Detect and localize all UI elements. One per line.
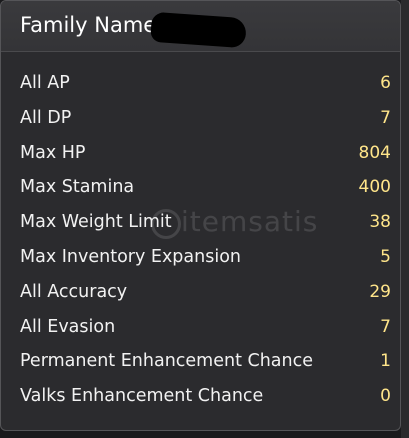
stat-row-max-hp: Max HP 804 xyxy=(1,135,400,170)
stat-label: Permanent Enhancement Chance xyxy=(20,351,314,372)
stat-value: 804 xyxy=(358,142,391,163)
stat-value: 7 xyxy=(380,107,391,128)
stat-row-all-dp: All DP 7 xyxy=(1,100,400,135)
stat-row-all-ap: All AP 6 xyxy=(1,65,400,100)
family-name-title: Family Name xyxy=(20,13,157,37)
stat-value: 38 xyxy=(369,212,391,233)
stat-row-max-inventory-expansion: Max Inventory Expansion 5 xyxy=(1,239,400,274)
stat-value: 5 xyxy=(380,246,391,267)
stat-label: Max Inventory Expansion xyxy=(20,246,242,267)
stats-list: All AP 6 All DP 7 Max HP 804 Max Stamina… xyxy=(1,65,400,413)
background-edge xyxy=(401,0,409,438)
stat-value: 0 xyxy=(380,386,391,407)
stat-row-max-weight-limit: Max Weight Limit 38 xyxy=(1,204,400,239)
stat-label: Max HP xyxy=(20,142,86,163)
tooltip-header: Family Name xyxy=(1,1,400,52)
stat-value: 1 xyxy=(380,351,391,372)
stat-row-permanent-enhancement-chance: Permanent Enhancement Chance 1 xyxy=(1,343,400,378)
stat-value: 400 xyxy=(358,177,391,198)
stat-label: Valks Enhancement Chance xyxy=(20,386,264,407)
family-stats-tooltip: Family Name itemsatis All AP 6 All DP 7 … xyxy=(0,0,401,431)
stat-row-all-evasion: All Evasion 7 xyxy=(1,309,400,344)
stat-label: All DP xyxy=(20,107,72,128)
stat-label: All Accuracy xyxy=(20,281,128,302)
stat-value: 29 xyxy=(369,281,391,302)
stat-label: All Evasion xyxy=(20,316,116,337)
stat-row-all-accuracy: All Accuracy 29 xyxy=(1,274,400,309)
stat-value: 6 xyxy=(380,73,391,93)
stat-label: Max Stamina xyxy=(20,177,135,198)
stat-label: All AP xyxy=(20,73,70,93)
redacted-family-name xyxy=(150,11,247,49)
stat-row-max-stamina: Max Stamina 400 xyxy=(1,169,400,204)
stat-value: 7 xyxy=(380,316,391,337)
stat-row-valks-enhancement-chance: Valks Enhancement Chance 0 xyxy=(1,378,400,413)
stat-label: Max Weight Limit xyxy=(20,212,172,233)
